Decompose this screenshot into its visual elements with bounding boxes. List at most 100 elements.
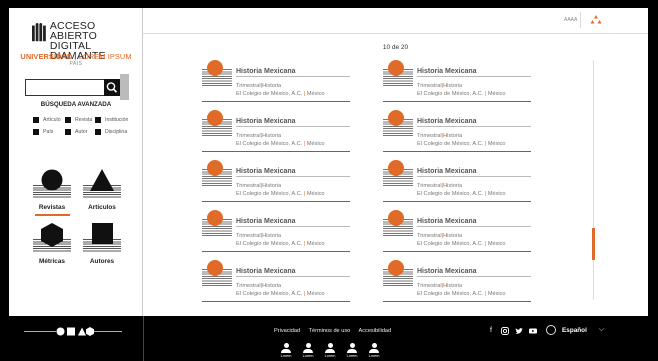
journal-circle-icon [207, 110, 223, 126]
journal-title[interactable]: Historia Mexicana [236, 168, 296, 175]
checkbox-icon [95, 117, 101, 123]
footer-link-privacy[interactable]: Privacidad [274, 328, 300, 334]
checkbox-icon [95, 129, 101, 135]
journal-meta: Trimestral|Historia El Colegio de México,… [417, 283, 506, 297]
person-icon [371, 343, 377, 348]
journal-publisher: El Colegio de México, A.C. [236, 241, 303, 247]
journal-card[interactable]: Historia Mexicana Trimestral|Historia El C… [383, 160, 531, 202]
journal-discipline: Historia [443, 83, 463, 89]
journal-country: México [487, 91, 506, 97]
person-label: Lorem [324, 354, 336, 358]
checkbox-icon [33, 117, 39, 123]
journal-title[interactable]: Historia Mexicana [417, 118, 477, 125]
language-selector[interactable]: Español ⌵ [546, 325, 604, 335]
facebook-icon[interactable]: f [487, 327, 495, 335]
journal-meta: Trimestral|Historia El Colegio de México,… [417, 133, 506, 147]
journal-card[interactable]: Historia Mexicana Trimestral|Historia El C… [383, 260, 531, 302]
journal-title[interactable]: Historia Mexicana [417, 268, 477, 275]
journal-title[interactable]: Historia Mexicana [417, 168, 477, 175]
divider [236, 76, 350, 77]
footer-link-terms[interactable]: Términos de uso [309, 328, 351, 334]
person-link[interactable]: Lorem [368, 343, 380, 358]
hexagon-icon [33, 223, 71, 253]
journal-publisher: El Colegio de México, A.C. [417, 191, 484, 197]
divider [417, 276, 531, 277]
journal-title[interactable]: Historia Mexicana [417, 68, 477, 75]
journal-frequency: Trimestral [236, 83, 261, 89]
tile-label: Métricas [39, 258, 65, 265]
journal-discipline: Historia [443, 183, 463, 189]
search-shadow [120, 74, 129, 100]
youtube-icon[interactable] [529, 327, 537, 335]
journal-frequency: Trimestral [236, 183, 261, 189]
filter-country[interactable]: País [33, 129, 53, 135]
university-sub: LOREM IPSUM [78, 52, 132, 61]
search-button[interactable] [104, 79, 120, 96]
twitter-icon[interactable] [515, 327, 523, 335]
filter-label: Revista [75, 117, 93, 123]
triangle-icon [83, 169, 121, 199]
advanced-search-label[interactable]: BÚSQUEDA AVANZADA [9, 101, 143, 108]
journal-circle-icon [207, 160, 223, 176]
person-icon [283, 343, 289, 348]
scrollbar-track[interactable] [593, 60, 594, 300]
journal-title[interactable]: Historia Mexicana [417, 218, 477, 225]
journal-title[interactable]: Historia Mexicana [236, 118, 296, 125]
filter-label: País [43, 129, 54, 135]
journal-meta: Trimestral|Historia El Colegio de México,… [417, 83, 506, 97]
journal-publisher: El Colegio de México, A.C. [236, 91, 303, 97]
nav-tile-journals[interactable]: Revistas [32, 169, 72, 216]
checkbox-icon [65, 129, 71, 135]
journal-meta: Trimestral|Historia El Colegio de México,… [236, 233, 325, 247]
journal-title[interactable]: Historia Mexicana [236, 218, 296, 225]
user-label[interactable]: AAAA [564, 17, 577, 23]
journal-card[interactable]: Historia Mexicana Trimestral|Historia El C… [383, 210, 531, 252]
divider [417, 126, 531, 127]
journal-country: México [487, 141, 506, 147]
nav-tile-articles[interactable]: Artículos [82, 169, 122, 211]
journal-card[interactable]: Historia Mexicana Trimestral|Historia El C… [202, 60, 350, 102]
nav-tile-authors[interactable]: Autores [82, 223, 122, 265]
menu-shapes-icon[interactable] [590, 15, 602, 25]
journal-title[interactable]: Historia Mexicana [236, 268, 296, 275]
filter-label: Disciplina [105, 129, 128, 135]
person-link[interactable]: Lorem [302, 343, 314, 358]
journal-title[interactable]: Historia Mexicana [236, 68, 296, 75]
scrollbar-thumb[interactable] [592, 228, 595, 260]
footer-link-accessibility[interactable]: Accesibilidad [359, 328, 392, 334]
person-icon [327, 343, 333, 348]
person-link[interactable]: Lorem [324, 343, 336, 358]
filter-author[interactable]: Autor [65, 129, 87, 135]
nav-tile-metrics[interactable]: Métricas [32, 223, 72, 265]
journal-circle-icon [207, 260, 223, 276]
journal-publisher: El Colegio de México, A.C. [417, 241, 484, 247]
journal-circle-icon [388, 110, 404, 126]
journal-card[interactable]: Historia Mexicana Trimestral|Historia El C… [202, 110, 350, 152]
person-link[interactable]: Lorem [280, 343, 292, 358]
journal-card[interactable]: Historia Mexicana Trimestral|Historia El C… [202, 210, 350, 252]
person-label: Lorem [280, 354, 292, 358]
filter-journal[interactable]: Revista [65, 117, 92, 123]
divider [417, 176, 531, 177]
top-bar: AAAA [143, 8, 648, 34]
journal-card[interactable]: Historia Mexicana Trimestral|Historia El C… [202, 160, 350, 202]
divider [236, 126, 350, 127]
person-label: Lorem [368, 354, 380, 358]
checkbox-icon [65, 117, 71, 123]
journal-frequency: Trimestral [236, 233, 261, 239]
journal-discipline: Historia [262, 283, 282, 289]
journal-card[interactable]: Historia Mexicana Trimestral|Historia El C… [383, 60, 531, 102]
journal-card[interactable]: Historia Mexicana Trimestral|Historia El C… [202, 260, 350, 302]
journal-circle-icon [207, 210, 223, 226]
person-link[interactable]: Lorem [346, 343, 358, 358]
filter-article[interactable]: Artículo [33, 117, 61, 123]
filter-discipline[interactable]: Disciplina [95, 129, 127, 135]
footer-shapes [24, 327, 122, 336]
divider [236, 176, 350, 177]
journal-country: México [306, 141, 325, 147]
filter-institution[interactable]: Institución [95, 117, 128, 123]
instagram-icon[interactable] [501, 327, 509, 335]
journal-card[interactable]: Historia Mexicana Trimestral|Historia El C… [383, 110, 531, 152]
journal-meta: Trimestral|Historia El Colegio de México,… [417, 233, 506, 247]
journal-discipline: Historia [443, 133, 463, 139]
